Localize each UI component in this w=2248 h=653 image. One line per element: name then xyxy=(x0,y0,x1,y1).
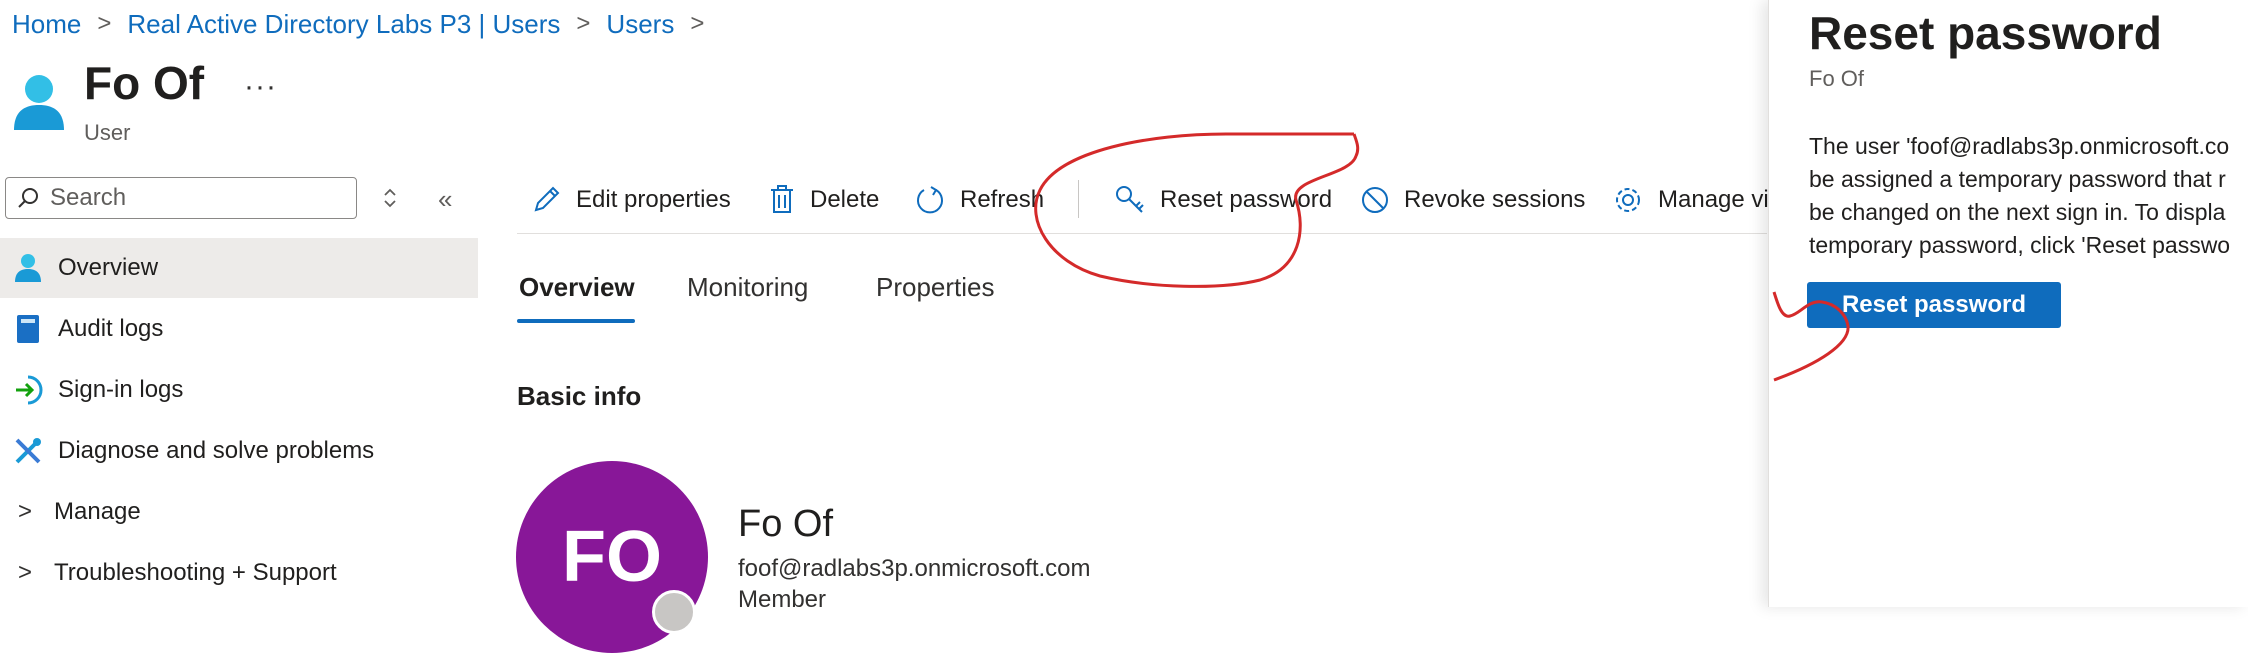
breadcrumb: Home > Real Active Directory Labs P3 | U… xyxy=(12,6,720,42)
sidebar-item-diagnose[interactable]: Diagnose and solve problems xyxy=(0,421,478,481)
page-subtitle: User xyxy=(84,120,131,145)
profile-user-type: Member xyxy=(738,586,827,613)
wrench-icon xyxy=(12,435,44,467)
sidebar-item-audit-logs[interactable]: Audit logs xyxy=(0,299,478,359)
panel-description: The user 'foof@radlabs3p.onmicrosoft.co … xyxy=(1809,130,2248,262)
block-icon xyxy=(1362,187,1388,213)
sidebar-item-label: Audit logs xyxy=(58,315,164,342)
reset-password-panel: Reset password Fo Of The user 'foof@radl… xyxy=(1768,0,2248,607)
search-box[interactable] xyxy=(5,177,357,219)
search-input[interactable] xyxy=(48,183,332,213)
toolbar-separator xyxy=(517,233,1767,234)
sort-up-down-icon[interactable] xyxy=(380,186,400,215)
panel-description-line: be changed on the next sign in. To displ… xyxy=(1809,199,2226,225)
refresh-button[interactable]: Refresh xyxy=(914,180,1044,220)
sidebar-item-sign-in-logs[interactable]: Sign-in logs xyxy=(0,360,478,420)
chevron-right-icon: > xyxy=(97,10,112,37)
sidebar-item-overview[interactable]: Overview xyxy=(0,238,478,298)
breadcrumb-tenant-users[interactable]: Real Active Directory Labs P3 | Users xyxy=(127,9,560,40)
sidebar-item-label: Diagnose and solve problems xyxy=(58,437,375,464)
sidebar-item-troubleshooting[interactable]: > Troubleshooting + Support xyxy=(0,543,478,603)
user-icon xyxy=(12,252,44,284)
panel-description-line: be assigned a temporary password that r xyxy=(1809,166,2226,192)
panel-description-line: The user 'foof@radlabs3p.onmicrosoft.co xyxy=(1809,133,2230,159)
gear-icon xyxy=(1616,188,1640,212)
sidebar-item-label: Sign-in logs xyxy=(58,376,184,403)
edit-properties-button[interactable]: Edit properties xyxy=(530,180,731,220)
active-tab-indicator xyxy=(517,319,635,323)
panel-description-line: temporary password, click 'Reset passwo xyxy=(1809,232,2231,258)
user-icon xyxy=(12,72,66,134)
avatar-status-badge xyxy=(652,590,696,634)
revoke-sessions-button[interactable]: Revoke sessions xyxy=(1360,180,1585,220)
reset-password-toolbar-button[interactable]: Reset password xyxy=(1114,180,1332,220)
breadcrumb-home[interactable]: Home xyxy=(12,9,81,40)
manage-view-button[interactable]: Manage vi xyxy=(1612,180,1769,220)
page-title: Fo Of xyxy=(84,57,205,109)
toolbar-divider xyxy=(1078,180,1079,218)
panel-subtitle: Fo Of xyxy=(1809,66,1865,91)
breadcrumb-users[interactable]: Users xyxy=(606,9,674,40)
tab-properties[interactable]: Properties xyxy=(876,272,995,303)
trash-icon xyxy=(771,185,793,213)
chevron-right-icon: > xyxy=(690,10,705,37)
profile-email: foof@radlabs3p.onmicrosoft.com xyxy=(738,555,1091,582)
profile-name: Fo Of xyxy=(738,503,834,545)
reset-password-button[interactable]: Reset password xyxy=(1807,282,2061,328)
sign-in-icon xyxy=(12,374,44,406)
book-icon xyxy=(12,313,44,345)
tab-monitoring[interactable]: Monitoring xyxy=(687,272,808,303)
chevron-right-icon: > xyxy=(18,559,33,586)
sidebar-item-label: Overview xyxy=(58,254,159,281)
sidebar-item-label: Troubleshooting + Support xyxy=(54,559,337,586)
chevron-right-icon: > xyxy=(576,10,591,37)
sidebar-item-manage[interactable]: > Manage xyxy=(0,482,478,542)
more-options-button[interactable]: ··· xyxy=(244,70,277,104)
collapse-sidebar-icon[interactable]: « xyxy=(438,184,452,215)
chevron-right-icon: > xyxy=(18,498,33,525)
key-icon xyxy=(1116,186,1144,213)
pencil-icon xyxy=(534,186,560,212)
delete-button[interactable]: Delete xyxy=(768,180,879,220)
panel-title: Reset password xyxy=(1809,7,2162,59)
refresh-icon xyxy=(917,186,943,214)
section-heading-basic-info: Basic info xyxy=(517,381,642,411)
sidebar-item-label: Manage xyxy=(54,498,141,525)
tab-overview[interactable]: Overview xyxy=(519,272,635,303)
search-icon xyxy=(18,188,38,208)
